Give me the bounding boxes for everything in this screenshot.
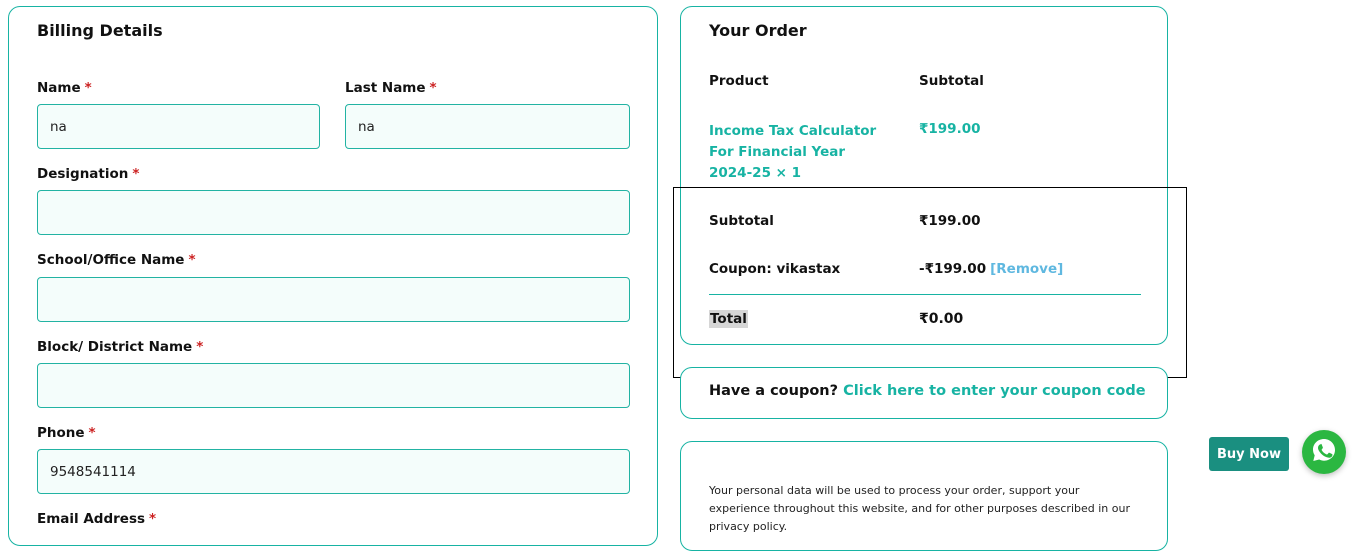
enter-coupon-link[interactable]: Click here to enter your coupon code <box>843 383 1145 399</box>
name-label: Name * <box>37 80 92 96</box>
whatsapp-icon <box>1309 435 1339 469</box>
order-title: Your Order <box>709 21 807 40</box>
school-input[interactable] <box>37 277 630 322</box>
block-input[interactable] <box>37 363 630 408</box>
name-input[interactable] <box>37 104 320 149</box>
subtotal-column-header: Subtotal <box>919 73 984 89</box>
required-mark: * <box>196 339 204 355</box>
coupon-value: -₹199.00 <box>919 261 987 277</box>
last-name-label: Last Name * <box>345 80 437 96</box>
total-divider <box>709 294 1141 295</box>
billing-details-card: Billing Details Name* Last Name* Designa… <box>8 6 658 546</box>
coupon-label: Coupon: vikastax <box>709 261 841 277</box>
phone-input[interactable] <box>37 449 630 494</box>
total-label: Total <box>709 310 748 328</box>
product-column-header: Product <box>709 73 769 89</box>
coupon-discount: -₹199.00 [Remove] <box>919 261 1063 277</box>
required-mark: * <box>88 425 96 441</box>
product-quantity: × 1 <box>775 165 802 181</box>
school-label: School/Office Name * <box>37 252 196 268</box>
subtotal-label: Subtotal <box>709 213 774 229</box>
designation-input[interactable] <box>37 190 630 235</box>
buy-now-button[interactable]: Buy Now <box>1209 437 1289 471</box>
billing-title: Billing Details <box>37 21 163 40</box>
total-value: ₹0.00 <box>919 311 964 327</box>
privacy-card: Your personal data will be used to proce… <box>680 441 1168 551</box>
product-link[interactable]: Income Tax Calculator For Financial Year… <box>709 121 889 184</box>
block-label: Block/ District Name * <box>37 339 204 355</box>
product-price: ₹199.00 <box>919 121 981 137</box>
phone-label: Phone * <box>37 425 96 441</box>
designation-label: Designation * <box>37 166 140 182</box>
whatsapp-button[interactable] <box>1302 430 1346 474</box>
subtotal-value: ₹199.00 <box>919 213 981 229</box>
required-mark: * <box>188 252 196 268</box>
last-name-input[interactable] <box>345 104 630 149</box>
required-mark: * <box>84 80 92 96</box>
your-order-card: Your Order Product Subtotal Income Tax C… <box>680 6 1168 345</box>
coupon-card: Have a coupon? Click here to enter your … <box>680 367 1168 419</box>
coupon-prompt: Have a coupon? Click here to enter your … <box>709 383 1146 399</box>
privacy-text: Your personal data will be used to proce… <box>709 484 1130 533</box>
required-mark: * <box>132 166 140 182</box>
required-mark: * <box>429 80 437 96</box>
remove-coupon-link[interactable]: [Remove] <box>990 261 1063 277</box>
